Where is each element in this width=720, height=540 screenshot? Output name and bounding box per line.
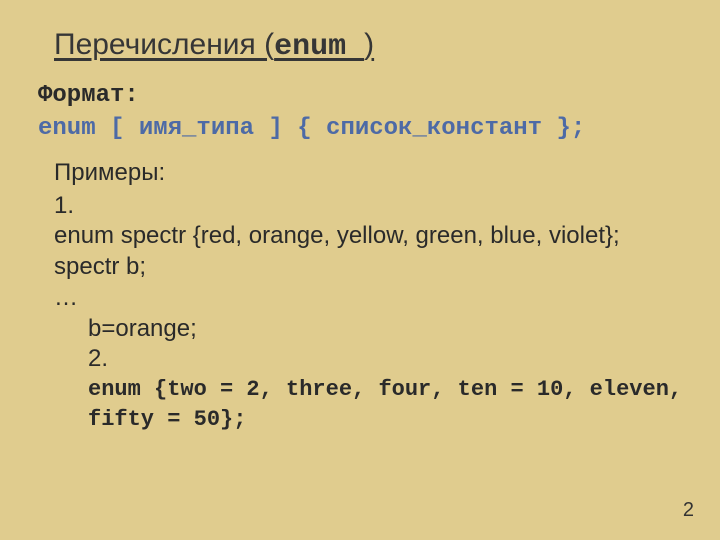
example-1-line: spectr b; (54, 252, 684, 283)
example-1-line: b=orange; (88, 314, 684, 345)
slide: Перечисления (enum ) Формат: enum [ имя_… (0, 0, 720, 540)
examples-header: Примеры: (54, 158, 684, 189)
slide-title: Перечисления (enum ) (54, 28, 684, 64)
title-suffix: ) (364, 28, 374, 61)
example-2-line: enum {two = 2, three, four, ten = 10, el… (88, 375, 684, 405)
examples-block: Примеры: 1. enum spectr {red, orange, ye… (54, 158, 684, 434)
example-1-line: … (54, 283, 684, 314)
format-label: Формат: (38, 82, 684, 109)
title-text: Перечисления ( (54, 28, 274, 61)
example-2-number: 2. (88, 344, 684, 375)
title-keyword: enum (274, 30, 364, 64)
format-code: enum [ имя_типа ] { список_констант }; (38, 115, 684, 142)
page-number: 2 (683, 499, 694, 522)
example-1-number: 1. (54, 191, 684, 222)
example-2-line: fifty = 50}; (88, 405, 684, 435)
example-1-line: enum spectr {red, orange, yellow, green,… (54, 221, 684, 252)
